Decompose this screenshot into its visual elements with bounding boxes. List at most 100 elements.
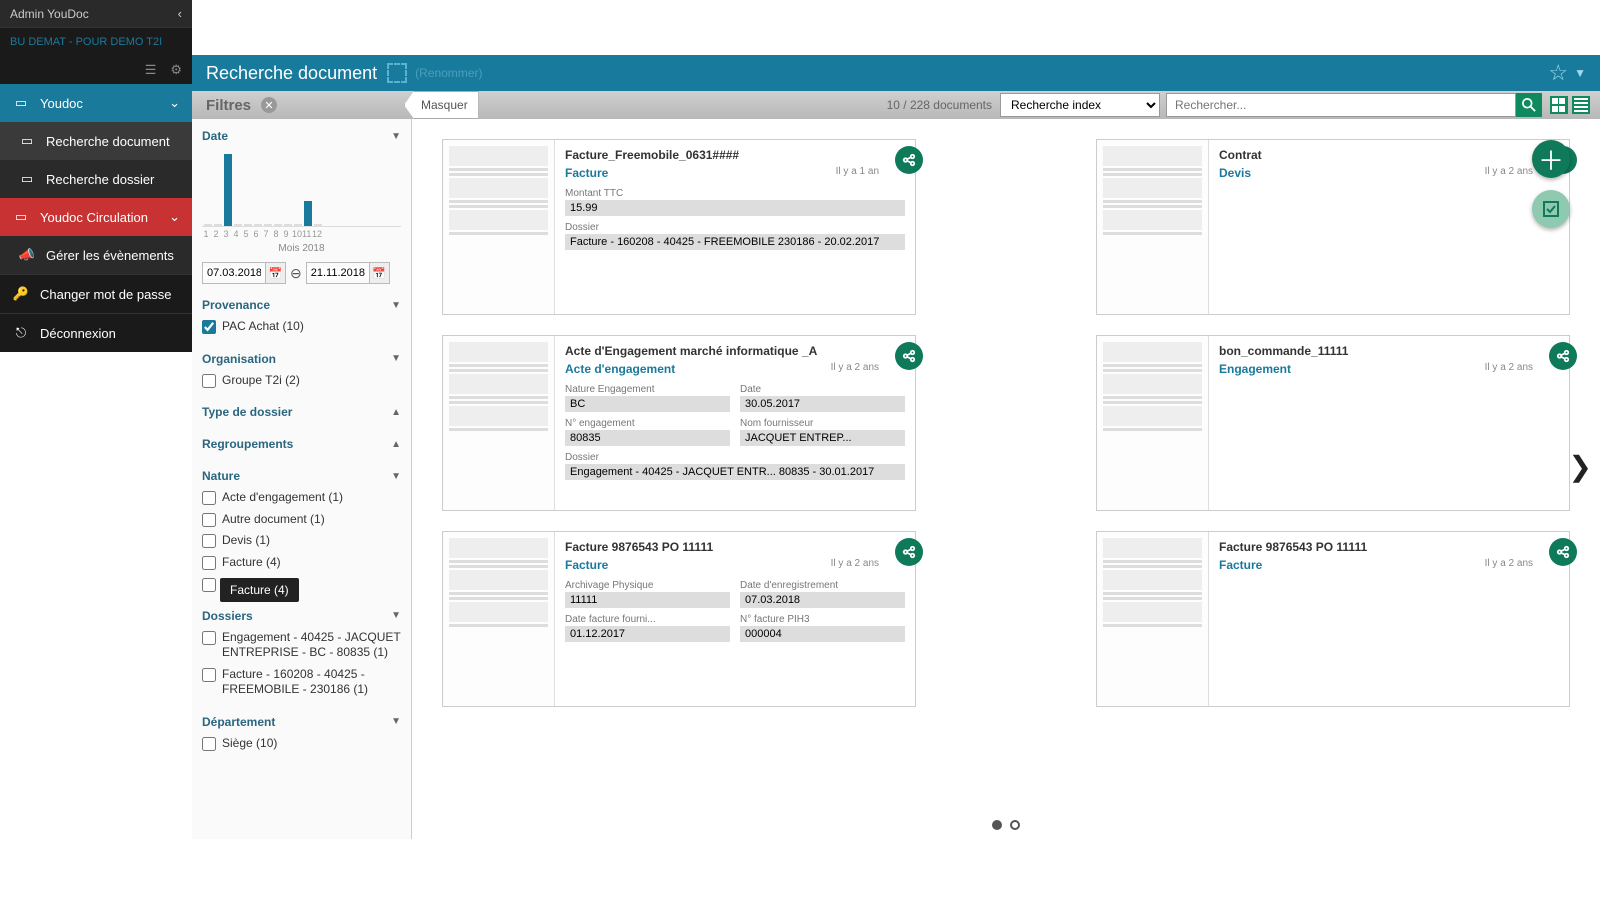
selection-box-icon[interactable] xyxy=(387,63,407,83)
date-from-input[interactable] xyxy=(203,267,265,279)
date-from-field[interactable]: 📅 xyxy=(202,262,286,284)
grid-view-button[interactable] xyxy=(1550,96,1568,114)
chevron-down-icon: ⌄ xyxy=(169,95,180,111)
page-dot-1[interactable] xyxy=(992,820,1002,830)
rename-link[interactable]: (Renommer) xyxy=(415,66,482,80)
document-card[interactable]: Acte d'Engagement marché informatique _A… xyxy=(442,335,916,511)
card-title: Facture 9876543 PO 11111 xyxy=(1219,540,1559,554)
date-to-field[interactable]: 📅 xyxy=(306,262,390,284)
next-page-button[interactable]: ❯ xyxy=(1569,450,1592,483)
meta-label: Montant TTC xyxy=(565,188,905,199)
share-button[interactable] xyxy=(1549,538,1577,566)
filter-nature-item[interactable]: Acte d'engagement (1) xyxy=(202,487,401,509)
nav-change-password[interactable]: 🔑 Changer mot de passe xyxy=(0,274,192,313)
document-card[interactable]: bon_commande_11111EngagementIl y a 2 ans xyxy=(1096,335,1570,511)
filter-departement-label: Département xyxy=(202,715,275,729)
page-dot-2[interactable] xyxy=(1010,820,1020,830)
calendar-icon[interactable]: 📅 xyxy=(265,263,285,283)
filter-date-header[interactable]: Date ▼ xyxy=(202,125,401,147)
filter-organisation-item[interactable]: Groupe T2i (2) xyxy=(202,370,401,392)
add-document-button[interactable]: ＋ xyxy=(1532,140,1570,178)
filter-type-dossier-header[interactable]: Type de dossier ▲ xyxy=(202,401,401,423)
filter-nature-item[interactable]: Facture (4) xyxy=(202,552,401,574)
filter-departement-item[interactable]: Siège (10) xyxy=(202,733,401,755)
search-button[interactable] xyxy=(1516,93,1542,117)
checkbox[interactable] xyxy=(202,737,216,751)
checkbox[interactable] xyxy=(202,631,216,645)
list-view-button[interactable] xyxy=(1572,96,1590,114)
checkbox[interactable] xyxy=(202,374,216,388)
filter-nature-item[interactable]: Autre document (1) xyxy=(202,509,401,531)
hide-filters-button[interactable]: Masquer xyxy=(404,91,479,119)
nav-recherche-dossier-label: Recherche dossier xyxy=(46,172,154,187)
meta-value: 30.05.2017 xyxy=(740,396,905,412)
nav-recherche-document[interactable]: ▭ Recherche document xyxy=(0,122,192,160)
results-grid: Facture_Freemobile_0631####FactureIl y a… xyxy=(412,119,1600,840)
filter-item-label: Devis (1) xyxy=(222,533,401,549)
left-nav: Admin YouDoc ‹ BU DEMAT - POUR DEMO T2I … xyxy=(0,0,192,352)
document-card[interactable]: Facture 9876543 PO 11111FactureIl y a 2 … xyxy=(1096,531,1570,707)
share-button[interactable] xyxy=(1549,342,1577,370)
favorite-icon[interactable]: ☆ xyxy=(1548,60,1568,86)
filters-label: Filtres xyxy=(206,97,251,114)
filter-dossiers-item[interactable]: Engagement - 40425 - JACQUET ENTREPRISE … xyxy=(202,627,401,664)
filter-item-label: Acte d'engagement (1) xyxy=(222,490,401,506)
checkbox[interactable] xyxy=(202,513,216,527)
filter-dossiers-header[interactable]: Dossiers ▼ xyxy=(202,605,401,627)
checkbox[interactable] xyxy=(202,556,216,570)
nav-recherche-dossier[interactable]: ▭ Recherche dossier xyxy=(0,160,192,198)
document-card[interactable]: Facture_Freemobile_0631####FactureIl y a… xyxy=(442,139,916,315)
reset-date-button[interactable]: ⊖ xyxy=(290,265,302,282)
date-histogram[interactable] xyxy=(202,147,401,227)
nav-logout[interactable]: ⎋ Déconnexion xyxy=(0,313,192,352)
filter-provenance-item[interactable]: PAC Achat (10) xyxy=(202,316,401,338)
share-button[interactable] xyxy=(895,538,923,566)
checkbox[interactable] xyxy=(202,668,216,682)
chevron-down-icon: ▼ xyxy=(391,716,401,727)
document-card[interactable]: Facture 9876543 PO 11111FactureIl y a 2 … xyxy=(442,531,916,707)
meta-value: 07.03.2018 xyxy=(740,592,905,608)
document-card[interactable]: ContratDevisIl y a 2 ans xyxy=(1096,139,1570,315)
nav-evenements[interactable]: 📣 Gérer les évènements xyxy=(0,236,192,274)
card-body: ContratDevisIl y a 2 ans xyxy=(1209,140,1569,314)
meta-label: Archivage Physique xyxy=(565,580,730,591)
list-toggle-icon[interactable]: ☰ xyxy=(145,62,157,78)
logout-icon: ⎋ xyxy=(12,324,30,342)
filter-regroupements-header[interactable]: Regroupements ▲ xyxy=(202,433,401,455)
select-all-button[interactable] xyxy=(1532,190,1570,228)
checkbox[interactable] xyxy=(202,534,216,548)
filter-nature-label: Nature xyxy=(202,469,240,483)
collapse-nav-icon[interactable]: ‹ xyxy=(178,6,182,21)
share-button[interactable] xyxy=(895,342,923,370)
date-to-input[interactable] xyxy=(307,267,369,279)
card-type: Facture xyxy=(565,558,608,572)
checkbox[interactable] xyxy=(202,578,216,592)
share-button[interactable] xyxy=(895,146,923,174)
favorite-menu-icon[interactable]: ▼ xyxy=(1574,66,1586,80)
filter-item-label: Siège (10) xyxy=(222,736,401,752)
nav-logout-label: Déconnexion xyxy=(40,326,116,341)
meta-label: N° engagement xyxy=(565,418,730,429)
search-mode-select[interactable]: Recherche index xyxy=(1000,93,1160,117)
filter-provenance-header[interactable]: Provenance ▼ xyxy=(202,294,401,316)
tooltip: Facture (4) xyxy=(220,578,299,602)
filter-nature-header[interactable]: Nature ▼ xyxy=(202,465,401,487)
filter-departement-header[interactable]: Département ▼ xyxy=(202,711,401,733)
filter-nature-item[interactable]: Devis (1) xyxy=(202,530,401,552)
meta-value: 15.99 xyxy=(565,200,905,216)
nav-circulation[interactable]: ▭ Youdoc Circulation ⌄ xyxy=(0,198,192,236)
filter-dossiers-item[interactable]: Facture - 160208 - 40425 - FREEMOBILE - … xyxy=(202,664,401,701)
clear-filters-button[interactable]: ✕ xyxy=(261,97,277,113)
checkbox[interactable] xyxy=(202,491,216,505)
checkbox[interactable] xyxy=(202,320,216,334)
search-icon xyxy=(1522,98,1536,112)
filter-provenance-label: Provenance xyxy=(202,298,270,312)
search-input[interactable] xyxy=(1166,93,1516,117)
settings-icon[interactable]: ⚙ xyxy=(170,62,182,78)
chevron-down-icon: ▼ xyxy=(391,471,401,482)
nav-youdoc[interactable]: ▭ Youdoc ⌄ xyxy=(0,84,192,122)
calendar-icon[interactable]: 📅 xyxy=(369,263,389,283)
filter-organisation-header[interactable]: Organisation ▼ xyxy=(202,348,401,370)
filter-item-label: Facture (4) xyxy=(222,555,401,571)
meta-label: Date xyxy=(740,384,905,395)
